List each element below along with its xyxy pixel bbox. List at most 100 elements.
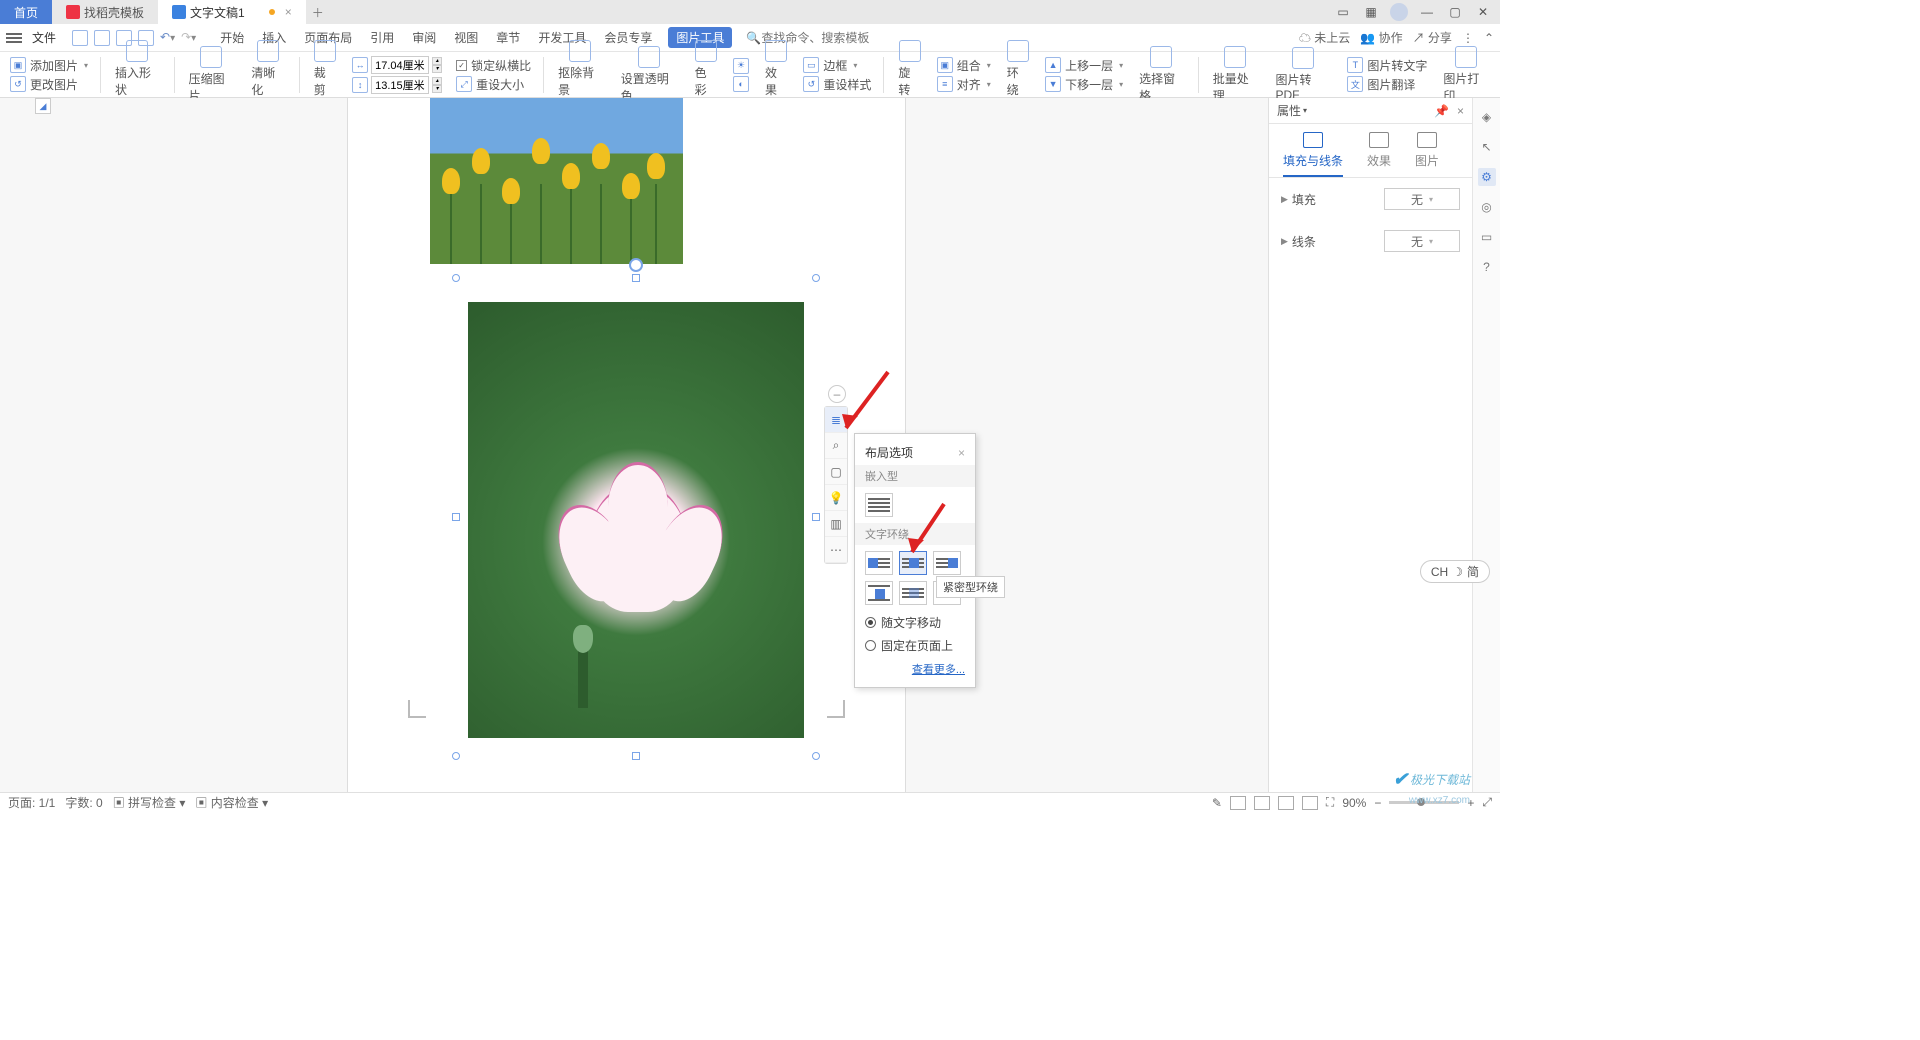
transparency-button[interactable]: 设置透明色 [615,46,683,104]
height-up[interactable]: ▴ [432,77,442,85]
change-image-button[interactable]: ↺更改图片 [10,76,88,93]
apps-icon[interactable]: ▦ [1362,5,1380,19]
compress-button[interactable]: 压缩图片 [183,46,240,104]
handle-t[interactable] [632,274,640,282]
document-area[interactable]: ◢ [0,98,1268,792]
rotate-handle[interactable] [629,258,643,272]
wrap-behind[interactable] [899,581,927,605]
width-field[interactable] [371,56,429,74]
width-up[interactable]: ▴ [432,57,442,65]
new-tab-button[interactable]: ＋ [306,4,330,21]
view-page-icon[interactable] [1230,796,1246,810]
view-web-icon[interactable] [1278,796,1294,810]
panel-tab-effects[interactable]: 效果 [1367,132,1391,177]
tab-doc1[interactable]: 文字文稿1 × [158,0,306,24]
panel-close-icon[interactable]: × [1457,104,1464,118]
tab-review[interactable]: 审阅 [410,27,438,48]
wrap-square[interactable] [865,551,893,575]
more-float-icon[interactable]: ⋯ [825,537,847,563]
brightness-icon[interactable]: ☀ [733,58,749,74]
tab-templates[interactable]: 找稻壳模板 [52,0,158,24]
handle-tr[interactable] [812,274,820,282]
fill-select[interactable]: 无 [1384,188,1460,210]
handle-br[interactable] [812,752,820,760]
print-icon[interactable] [94,30,110,46]
handle-b[interactable] [632,752,640,760]
ime-indicator[interactable]: CH ☽ 简 [1420,560,1490,583]
export-icon[interactable]: ▥ [825,511,847,537]
ruler-origin-icon[interactable]: ◢ [35,98,51,114]
height-field[interactable] [371,76,429,94]
fill-row[interactable]: ▶填充无 [1269,178,1472,220]
strip-book-icon[interactable]: ▭ [1478,228,1496,246]
line-select[interactable]: 无 [1384,230,1460,252]
maximize-button[interactable]: ▢ [1446,5,1464,19]
more-icon[interactable]: ⋮ [1462,31,1474,45]
selection-pane-button[interactable]: 选择窗格 [1133,46,1190,104]
redo-button[interactable]: ↷▾ [181,30,196,46]
handle-r[interactable] [812,513,820,521]
view-read-icon[interactable] [1302,796,1318,810]
tab-chapter[interactable]: 章节 [494,27,522,48]
lock-ratio-checkbox[interactable]: ✓锁定纵横比 [456,57,531,74]
see-more-link[interactable]: 查看更多... [912,664,965,676]
contrast-icon[interactable]: ◐ [733,76,749,92]
share-button[interactable]: ↗ 分享 [1413,29,1452,46]
reset-style-button[interactable]: ↺重设样式 [803,76,871,93]
avatar-icon[interactable] [1390,3,1408,21]
wrap-topbottom[interactable] [865,581,893,605]
cloud-status[interactable]: ☁ 未上云 [1299,29,1350,46]
popup-close-icon[interactable]: × [958,446,965,460]
panel-tab-fill[interactable]: 填充与线条 [1283,132,1343,177]
tab-view[interactable]: 视图 [452,27,480,48]
add-image-button[interactable]: ▣添加图片 [10,57,88,74]
tab-reference[interactable]: 引用 [368,27,396,48]
send-backward-button[interactable]: ▼下移一层 [1045,76,1123,93]
spellcheck-toggle[interactable]: ▣ 拼写检查 ▾ [113,794,186,811]
handle-tl[interactable] [452,274,460,282]
coop-button[interactable]: 👥 协作 [1360,29,1402,46]
handle-bl[interactable] [452,752,460,760]
wrap-inline[interactable] [865,493,893,517]
img-translate-button[interactable]: 文图片翻译 [1347,76,1427,93]
fix-on-page-radio[interactable]: 固定在页面上 [855,634,975,657]
tab-home[interactable]: 首页 [0,0,52,24]
line-row[interactable]: ▶线条无 [1269,220,1472,262]
image-tulips[interactable] [430,98,683,264]
strip-select-icon[interactable]: ↖ [1478,138,1496,156]
strip-help-icon[interactable]: ? [1478,258,1496,276]
panel-tab-picture[interactable]: 图片 [1415,132,1439,177]
file-menu[interactable]: 文件 [28,29,60,46]
image-selection[interactable] [456,278,816,756]
reset-size-button[interactable]: ⤢重设大小 [456,76,531,93]
strip-diamond-icon[interactable]: ◈ [1478,108,1496,126]
collapse-ribbon-icon[interactable]: ⌃ [1484,31,1494,45]
strip-location-icon[interactable]: ◎ [1478,198,1496,216]
layout-icon[interactable]: ▭ [1334,5,1352,19]
view-outline-icon[interactable] [1254,796,1270,810]
word-count[interactable]: 字数: 0 [65,794,102,811]
border-button[interactable]: ▭边框 [803,57,871,74]
handle-l[interactable] [452,513,460,521]
pin-icon[interactable]: 📌 [1434,104,1449,118]
contentcheck-toggle[interactable]: ▣ 内容检查 ▾ [195,794,268,811]
page-indicator[interactable]: 页面: 1/1 [8,794,55,811]
close-button[interactable]: ✕ [1474,5,1492,19]
strip-settings-icon[interactable]: ⚙ [1478,168,1496,186]
move-with-text-radio[interactable]: 随文字移动 [855,611,975,634]
bring-forward-button[interactable]: ▲上移一层 [1045,57,1123,74]
height-down[interactable]: ▾ [432,85,442,93]
batch-button[interactable]: 批量处理 [1207,46,1264,104]
minimize-button[interactable]: — [1418,5,1436,19]
img-to-text-button[interactable]: T图片转文字 [1347,57,1427,74]
assist-icon[interactable]: ✎ [1212,796,1222,810]
align-button[interactable]: ≡对齐 [937,76,991,93]
fit-icon[interactable]: ⛶ [1326,795,1334,810]
image-lotus[interactable] [468,302,804,738]
fullscreen-icon[interactable]: ⤢ [1482,795,1492,810]
menu-icon[interactable] [6,33,22,43]
width-down[interactable]: ▾ [432,65,442,73]
img-to-pdf-button[interactable]: 图片转PDF [1269,47,1337,102]
crop-icon[interactable]: ▢ [825,459,847,485]
group-button[interactable]: ▣组合 [937,57,991,74]
